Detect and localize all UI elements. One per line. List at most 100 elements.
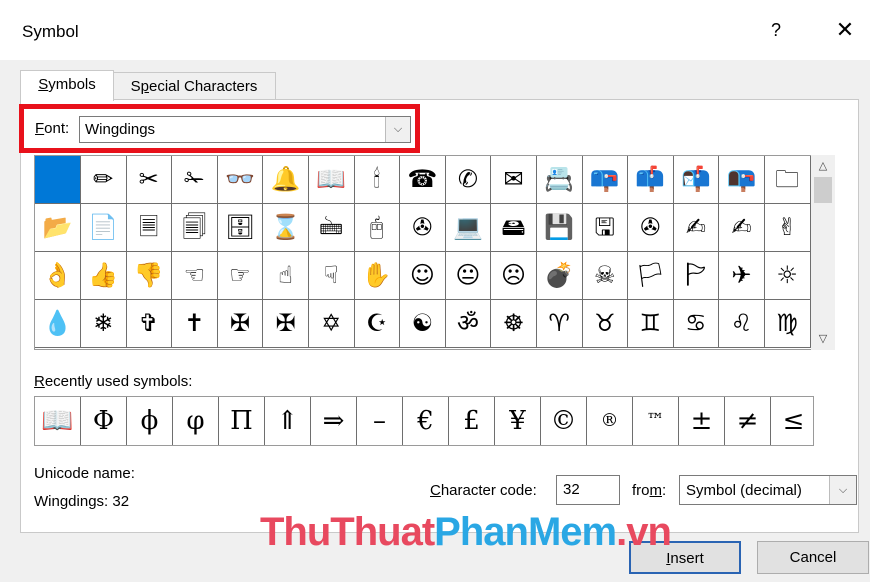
symbol-cell[interactable]: 📫	[627, 156, 674, 204]
symbol-cell[interactable]: 👌	[35, 252, 82, 300]
recent-symbol-cell[interactable]: ⇑	[265, 397, 311, 445]
symbol-cell[interactable]: ✂	[126, 156, 173, 204]
symbol-cell[interactable]: 📂	[35, 204, 82, 252]
symbol-cell[interactable]: ✋	[354, 252, 401, 300]
recent-symbol-cell[interactable]: φ	[173, 397, 219, 445]
symbol-cell[interactable]: 📄	[80, 204, 127, 252]
symbol-cell[interactable]: 🗏	[126, 204, 173, 252]
symbol-cell[interactable]: ❄	[80, 300, 127, 348]
symbol-cell[interactable]: ✇	[399, 204, 446, 252]
symbol-cell[interactable]: ☝	[263, 252, 310, 300]
chevron-up-icon[interactable]: △	[811, 157, 835, 175]
symbol-cell[interactable]: 🖴	[491, 204, 538, 252]
symbol-cell[interactable]: ✆	[445, 156, 492, 204]
recent-symbol-cell[interactable]: Π	[219, 397, 265, 445]
symbol-cell[interactable]: 📪	[582, 156, 629, 204]
symbol-cell[interactable]: ॐ	[445, 300, 492, 348]
recent-symbol-cell[interactable]: ⇒	[311, 397, 357, 445]
chevron-down-icon[interactable]: ⌵	[829, 476, 856, 504]
symbol-cell[interactable]: 🏱	[673, 252, 720, 300]
chevron-down-icon[interactable]: ▽	[811, 330, 835, 348]
recent-symbol-cell[interactable]: ≤	[771, 397, 813, 445]
symbol-cell[interactable]: ♉	[582, 300, 629, 348]
symbol-cell[interactable]: 🗄	[217, 204, 264, 252]
recent-symbol-cell[interactable]: –	[357, 397, 403, 445]
symbol-cell[interactable]: ✁	[171, 156, 218, 204]
symbol-cell[interactable]: 📭	[719, 156, 766, 204]
recent-symbol-cell[interactable]: 📖	[35, 397, 81, 445]
symbol-cell[interactable]: ✌	[764, 204, 811, 252]
symbol-cell[interactable]: ☯	[399, 300, 446, 348]
symbol-cell[interactable]: ☸	[491, 300, 538, 348]
symbol-cell[interactable]: 💣	[536, 252, 583, 300]
from-dropdown[interactable]: Symbol (decimal) ⌵	[679, 475, 857, 505]
cancel-button[interactable]: Cancel	[757, 541, 869, 574]
symbol-cell[interactable]	[35, 156, 82, 204]
recent-symbol-cell[interactable]: £	[449, 397, 495, 445]
symbol-cell[interactable]: ☠	[582, 252, 629, 300]
symbol-cell[interactable]: ☜	[171, 252, 218, 300]
symbol-cell[interactable]: 😐	[445, 252, 492, 300]
symbol-cell[interactable]: ☎	[399, 156, 446, 204]
symbol-cell[interactable]: ♈	[536, 300, 583, 348]
symbol-cell[interactable]: ✠	[263, 300, 310, 348]
symbol-cell[interactable]: ♊	[627, 300, 674, 348]
recent-symbol-cell[interactable]: €	[403, 397, 449, 445]
scrollbar-thumb[interactable]	[814, 177, 832, 203]
symbol-cell[interactable]: ✏	[80, 156, 127, 204]
symbol-cell[interactable]: ⌛	[263, 204, 310, 252]
symbol-cell[interactable]: 📬	[673, 156, 720, 204]
symbol-cell[interactable]: 🖰	[354, 204, 401, 252]
recent-symbol-cell[interactable]: ™	[633, 397, 679, 445]
symbol-cell[interactable]: ✞	[126, 300, 173, 348]
symbol-cell[interactable]: 👓	[217, 156, 264, 204]
symbol-cell[interactable]: ♋	[673, 300, 720, 348]
tab-special-characters[interactable]: Special Characters	[112, 72, 276, 102]
symbol-cell[interactable]: ✍	[719, 204, 766, 252]
close-button[interactable]: ✕	[830, 14, 860, 46]
symbol-cell[interactable]: ☪	[354, 300, 401, 348]
recent-symbol-cell[interactable]: ≠	[725, 397, 771, 445]
symbol-cell[interactable]: ✝	[171, 300, 218, 348]
symbol-cell[interactable]: 👎	[126, 252, 173, 300]
from-label: from:	[632, 482, 666, 499]
symbol-cell[interactable]: 🏳	[627, 252, 674, 300]
tab-symbols[interactable]: Symbols	[20, 70, 114, 101]
recent-symbol-cell[interactable]: ±	[679, 397, 725, 445]
symbol-cell[interactable]: ✠	[217, 300, 264, 348]
symbol-cell[interactable]: 🖫	[582, 204, 629, 252]
symbol-cell[interactable]: 📇	[536, 156, 583, 204]
symbol-cell[interactable]: ☹	[491, 252, 538, 300]
recent-symbol-cell[interactable]: ®	[587, 397, 633, 445]
symbol-cell[interactable]: ✇	[627, 204, 674, 252]
recent-symbol-cell[interactable]: ϕ	[127, 397, 173, 445]
symbol-cell[interactable]: 🖮	[308, 204, 355, 252]
symbol-cell[interactable]: 🔔	[263, 156, 310, 204]
watermark-part1: ThuThuat	[260, 510, 435, 554]
character-code-input[interactable]: 32	[556, 475, 620, 505]
symbol-cell[interactable]: ♍	[764, 300, 811, 348]
symbol-cell[interactable]: 📖	[308, 156, 355, 204]
recent-symbol-cell[interactable]: Φ	[81, 397, 127, 445]
cc-label-text: haracter code:	[440, 482, 537, 499]
symbol-cell[interactable]: 👍	[80, 252, 127, 300]
symbol-cell[interactable]: 🕯	[354, 156, 401, 204]
symbol-cell[interactable]: 💻	[445, 204, 492, 252]
symbol-cell[interactable]: ✉	[491, 156, 538, 204]
help-button[interactable]: ?	[764, 16, 788, 44]
symbol-cell[interactable]: 💾	[536, 204, 583, 252]
symbol-cell[interactable]: ☟	[308, 252, 355, 300]
recent-symbol-cell[interactable]: ©	[541, 397, 587, 445]
symbol-cell[interactable]: ✍	[673, 204, 720, 252]
symbol-cell[interactable]: ✡	[308, 300, 355, 348]
symbol-cell[interactable]: 🗐	[171, 204, 218, 252]
symbol-cell[interactable]: ♌	[719, 300, 766, 348]
symbol-grid-scrollbar[interactable]: △ ▽	[811, 155, 835, 350]
symbol-cell[interactable]: ☼	[764, 252, 811, 300]
symbol-cell[interactable]: ☺	[399, 252, 446, 300]
symbol-cell[interactable]: 🗀	[764, 156, 811, 204]
symbol-cell[interactable]: ☞	[217, 252, 264, 300]
symbol-cell[interactable]: ✈	[719, 252, 766, 300]
symbol-cell[interactable]: 💧	[35, 300, 82, 348]
recent-symbol-cell[interactable]: ¥	[495, 397, 541, 445]
